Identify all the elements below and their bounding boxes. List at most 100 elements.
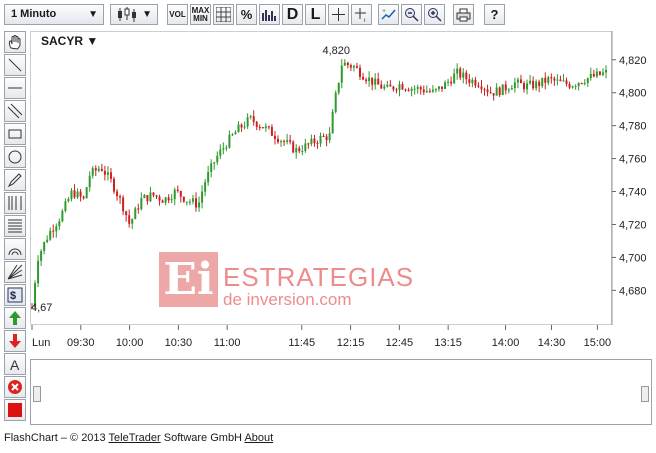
x-axis: Lun 09:30 10:00 10:30 11:00 11:45 12:15 12:45 13…	[31, 325, 612, 349]
y-axis: 4,680 4,700 4,720 4,740 4,760 4,780 4,800 4,820	[611, 31, 647, 325]
navigator-right-handle[interactable]	[641, 386, 649, 402]
y-tick-label: 4,740	[619, 187, 647, 199]
interval-select-value: 1 Minuto	[11, 8, 57, 20]
watermark-logo: Ei	[159, 252, 218, 307]
x-tick-label: 09:30	[67, 337, 95, 349]
x-tick-label: 12:45	[386, 337, 414, 349]
text-icon: A	[10, 357, 20, 372]
chevron-down-icon: ▼	[88, 9, 98, 20]
y-tick-label: 4,720	[619, 219, 647, 231]
grid-toggle-button[interactable]	[213, 4, 234, 25]
y-tick-label: 4,760	[619, 154, 647, 166]
y-tick-label: 4,800	[619, 88, 647, 100]
navigator-panel[interactable]	[30, 359, 652, 425]
fan-tool-button[interactable]	[4, 261, 26, 283]
y-tick-label: 4,780	[619, 121, 647, 133]
teletrader-link[interactable]: TeleTrader	[109, 432, 161, 444]
indicator-icon: +	[381, 8, 396, 20]
levels-icon	[8, 219, 22, 233]
volume-button[interactable]: VOL	[167, 4, 188, 25]
crosshair-labels-button[interactable]: t	[351, 4, 372, 25]
about-link[interactable]: About	[244, 432, 273, 444]
arc-tool-button[interactable]	[4, 238, 26, 260]
interval-select[interactable]: 1 Minuto ▼	[4, 4, 104, 25]
l-label: L	[310, 5, 321, 23]
x-tick-label: 10:30	[165, 337, 193, 349]
channel-tool-button[interactable]	[4, 100, 26, 122]
channel-icon	[7, 103, 23, 119]
arrow-up-icon	[9, 311, 21, 325]
top-toolbar: 1 Minuto ▼ ▼ VOL MAX MIN % D L t + ?	[0, 0, 656, 31]
footer: FlashChart – © 2013 TeleTrader Software …	[4, 432, 273, 444]
ticker-select[interactable]: SACYR ▼	[41, 34, 98, 48]
zoom-out-icon	[405, 8, 419, 22]
l-button[interactable]: L	[305, 4, 326, 25]
watermark-line2: de inversion.com	[223, 290, 352, 309]
delete-drawings-button[interactable]	[4, 376, 26, 398]
help-label: ?	[490, 7, 499, 22]
x-tick-label: 15:00	[584, 337, 612, 349]
x-tick-label: 13:15	[434, 337, 462, 349]
svg-text:+: +	[382, 8, 386, 15]
ellipse-tool-button[interactable]	[4, 146, 26, 168]
horizontal-line-button[interactable]	[4, 77, 26, 99]
x-tick-label: 14:00	[492, 337, 520, 349]
zoom-out-button[interactable]	[401, 4, 422, 25]
compare-button[interactable]	[259, 4, 280, 25]
grid-icon	[216, 7, 231, 22]
svg-text:$: $	[10, 290, 16, 302]
color-picker-button[interactable]	[4, 399, 26, 421]
pencil-icon	[7, 173, 22, 188]
zoom-in-button[interactable]	[424, 4, 445, 25]
help-button[interactable]: ?	[484, 4, 505, 25]
x-tick-label: 12:15	[337, 337, 365, 349]
hand-tool-button[interactable]	[4, 31, 26, 53]
indicators-button[interactable]: +	[378, 4, 399, 25]
percent-button[interactable]: %	[236, 4, 257, 25]
x-tick-label: 11:00	[214, 337, 241, 349]
fibonacci-levels-button[interactable]	[4, 215, 26, 237]
chevron-down-icon: ▼	[142, 9, 152, 20]
horizontal-line-icon	[8, 87, 22, 89]
buy-signal-button[interactable]	[4, 307, 26, 329]
x-tick-label: Lun	[32, 337, 50, 349]
maxmin-button[interactable]: MAX MIN	[190, 4, 211, 25]
zoom-in-icon	[428, 8, 442, 22]
crosshair-label-icon: t	[355, 8, 366, 22]
line-tool-button[interactable]	[4, 54, 26, 76]
maxmin-label: MAX MIN	[191, 5, 210, 23]
hand-icon	[8, 35, 21, 50]
fibonacci-tool-button[interactable]	[4, 192, 26, 214]
sell-signal-button[interactable]	[4, 330, 26, 352]
fan-icon	[7, 264, 23, 280]
d-label: D	[286, 5, 299, 23]
watermark-line1: ESTRATEGIAS	[223, 262, 415, 292]
arc-icon	[8, 248, 22, 256]
print-button[interactable]	[453, 4, 474, 25]
footer-company-suffix: Software GmbH	[160, 432, 245, 444]
text-tool-button[interactable]: A	[4, 353, 26, 375]
arrow-down-icon	[9, 334, 21, 348]
svg-text:t: t	[364, 18, 366, 22]
crosshair-icon	[332, 8, 345, 21]
rectangle-tool-button[interactable]	[4, 123, 26, 145]
percent-label: %	[240, 7, 253, 22]
pencil-tool-button[interactable]	[4, 169, 26, 191]
price-tool-icon: $	[7, 287, 23, 303]
navigator-left-handle[interactable]	[33, 386, 41, 402]
candlestick-icon	[118, 7, 136, 22]
x-tick-label: 14:30	[538, 337, 566, 349]
chart-type-select[interactable]: ▼	[110, 4, 158, 25]
crosshair-button[interactable]	[328, 4, 349, 25]
volume-label: VOL	[169, 9, 186, 19]
rectangle-icon	[8, 129, 22, 139]
ellipse-icon	[8, 150, 22, 164]
fibonacci-icon	[8, 196, 22, 210]
svg-text:A: A	[10, 357, 20, 372]
line-tool-icon	[8, 58, 22, 72]
x-tick-label: 10:00	[116, 337, 144, 349]
dollar-tool-button[interactable]: $	[4, 284, 26, 306]
print-icon	[456, 8, 471, 22]
y-tick-label: 4,700	[619, 252, 647, 264]
d-button[interactable]: D	[282, 4, 303, 25]
